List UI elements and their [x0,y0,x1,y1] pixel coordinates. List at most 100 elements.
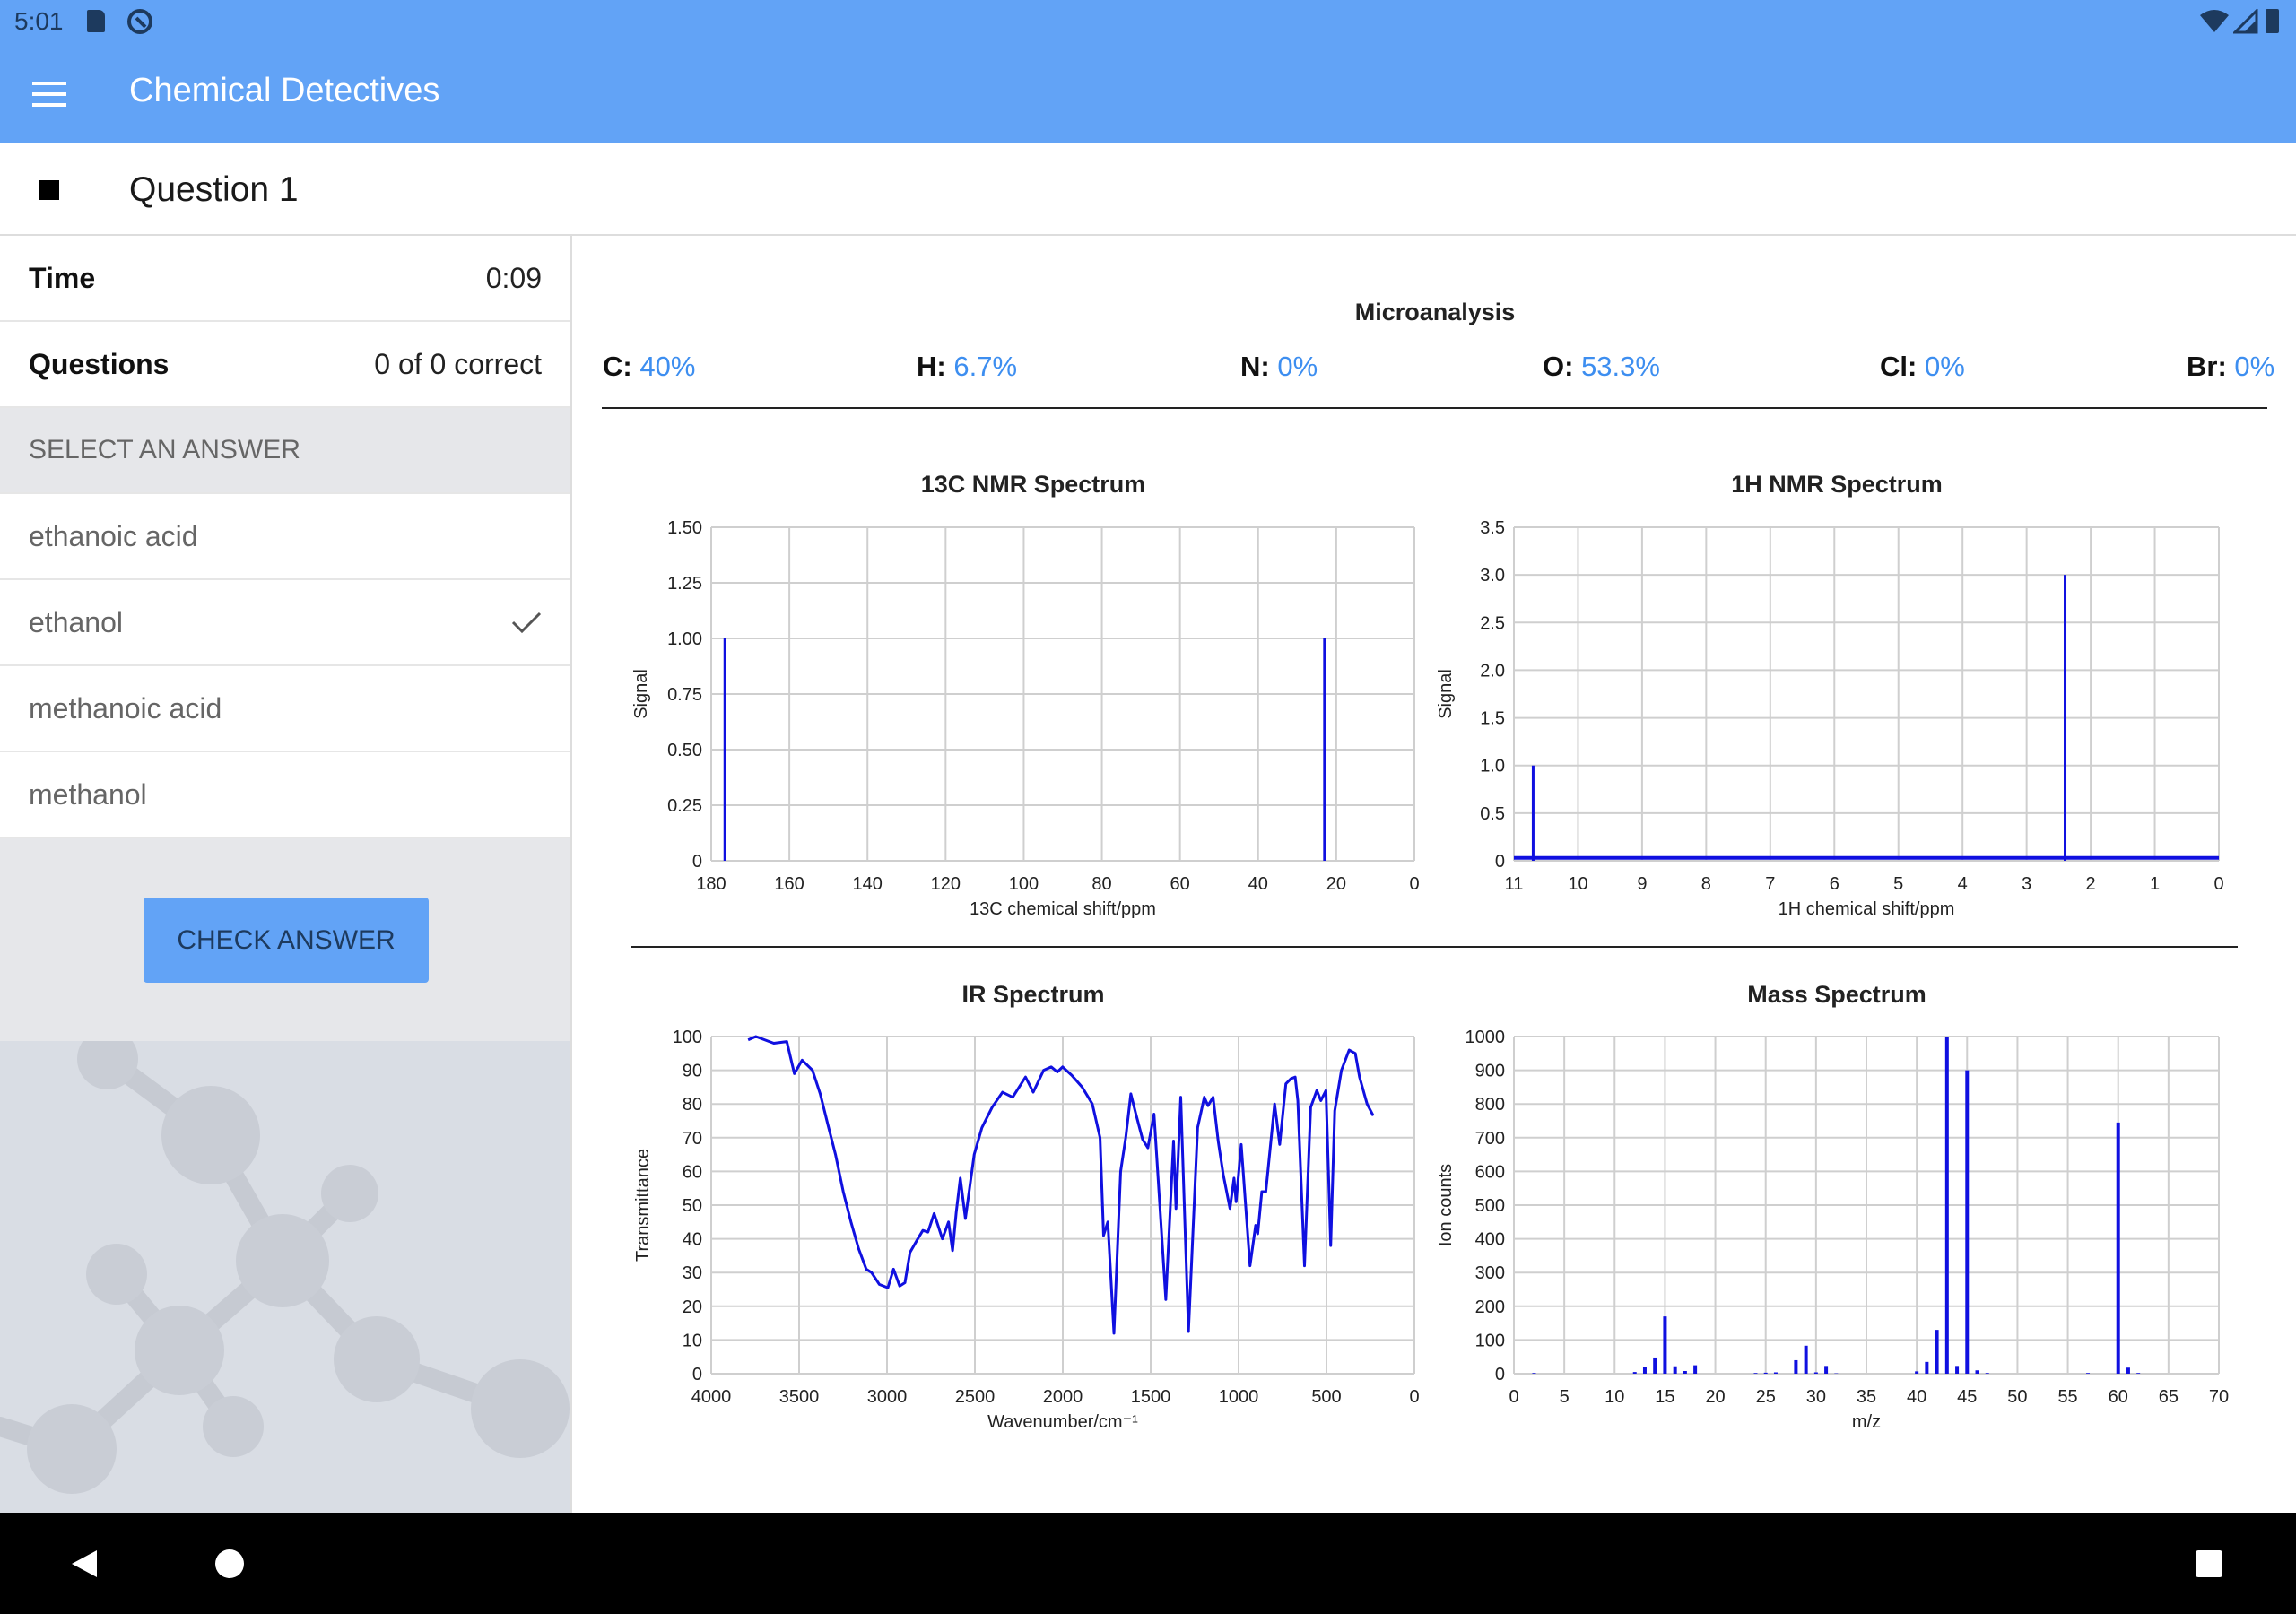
button-area: CHECK ANSWER [0,838,570,1041]
x-tick-label: 35 [1857,1387,1876,1407]
y-tick-label: 0.5 [1480,804,1505,824]
ir-plot: 4000 3500 3000 2500 2000 1500 1000 500 0 0 10 20 30 4… [633,1028,1420,1432]
time-row: Time 0:09 [0,236,570,322]
y-tick-label: 900 [1475,1062,1505,1081]
x-tick-label: 55 [2057,1387,2077,1407]
answer-option-label: ethanol [29,605,123,638]
answer-option-label: methanol [29,777,147,811]
x-tick-label: 2000 [1043,1387,1083,1407]
y-tick-label: 1.5 [1480,709,1505,729]
answer-option[interactable]: methanoic acid [0,666,570,752]
x-tick-label: 65 [2159,1387,2179,1407]
select-answer-header: SELECT AN ANSWER [0,408,570,494]
app-title: Chemical Detectives [129,72,440,109]
select-answer-label: SELECT AN ANSWER [29,435,300,464]
x-tick-label: 80 [1091,874,1111,894]
x-tick-label: 1500 [1131,1387,1171,1407]
ms-x-axis-label: m/z [1852,1412,1881,1432]
questions-value: 0 of 0 correct [374,347,542,380]
app-bar: Chemical Detectives [0,45,2296,143]
y-tick-label: 0.75 [667,685,702,705]
check-answer-button[interactable]: CHECK ANSWER [144,898,429,983]
x-tick-label: 7 [1765,874,1775,894]
ir-x-axis-label: Wavenumber/cm⁻¹ [987,1412,1138,1432]
x-tick-label: 60 [1170,874,1190,894]
y-tick-label: 100 [1475,1331,1505,1350]
x-tick-label: 140 [853,874,883,894]
answer-option-label: methanoic acid [29,691,222,725]
recents-icon[interactable] [2196,1550,2222,1577]
x-tick-label: 20 [1705,1387,1725,1407]
y-tick-label: 1.00 [667,629,702,649]
y-tick-label: 30 [683,1263,702,1283]
y-tick-label: 100 [673,1028,702,1047]
y-tick-label: 60 [683,1162,702,1182]
y-tick-label: 1.0 [1480,757,1505,777]
x-tick-label: 180 [696,874,726,894]
x-tick-label: 4 [1958,874,1968,894]
hamburger-menu-icon[interactable] [32,82,68,108]
y-tick-label: 0 [1495,852,1505,872]
home-icon[interactable] [215,1549,244,1578]
c13-y-axis-label: Signal [631,669,651,719]
x-tick-label: 20 [1326,874,1346,894]
c13-nmr-chart: 180 160 140 120 100 80 60 40 20 000.250.500.751.0… [631,518,2229,1432]
answer-option[interactable]: ethanol [0,580,570,666]
y-tick-label: 50 [683,1196,702,1216]
y-tick-label: 70 [683,1129,702,1149]
y-tick-label: 2.0 [1480,661,1505,681]
sd-card-icon [87,10,105,32]
ir-trace [747,1035,1375,1335]
x-tick-label: 10 [1568,874,1587,894]
x-tick-label: 9 [1637,874,1647,894]
status-bar: 5:01 [0,0,2296,45]
h1-y-axis-label: Signal [1436,669,1456,719]
y-tick-label: 200 [1475,1297,1505,1317]
x-tick-label: 1000 [1219,1387,1259,1407]
x-tick-label: 70 [2209,1387,2229,1407]
time-label: Time [29,261,96,294]
data-panel: Microanalysis C: 40% H: 6.7% N: 0% O: 53… [574,236,2296,1513]
time-value: 0:09 [485,261,542,294]
x-tick-label: 3500 [779,1387,820,1407]
x-tick-label: 0 [1409,1387,1419,1407]
answer-sidebar: Time 0:09 Questions 0 of 0 correct SELEC… [0,236,572,1513]
y-tick-label: 300 [1475,1263,1505,1283]
x-tick-label: 120 [931,874,961,894]
x-tick-label: 10 [1605,1387,1624,1407]
answer-option[interactable]: ethanoic acid [0,494,570,580]
x-tick-label: 3 [2022,874,2031,894]
x-tick-label: 40 [1907,1387,1926,1407]
y-tick-label: 0 [692,1365,702,1384]
ir-y-axis-label: Transmittance [633,1149,653,1262]
x-tick-label: 11 [1505,874,1524,894]
x-tick-label: 5 [1560,1387,1570,1407]
stop-square-icon[interactable] [39,180,59,200]
answer-option[interactable]: methanol [0,752,570,838]
battery-icon [2266,9,2279,33]
ms-plot: 0 5 10 15 20 25 30 35 40 45 50 55 60 65 70010020030040… [1436,1028,2229,1432]
x-tick-label: 0 [1409,874,1419,894]
h1-x-axis-label: 1H chemical shift/ppm [1779,899,1955,919]
molecule-background-image [0,1041,570,1513]
y-tick-label: 1000 [1465,1028,1506,1047]
y-tick-label: 600 [1475,1162,1505,1182]
y-tick-label: 400 [1475,1230,1505,1250]
c13-x-axis-label: 13C chemical shift/ppm [970,899,1156,919]
y-tick-label: 800 [1475,1095,1505,1115]
x-tick-label: 4000 [691,1387,732,1407]
x-tick-label: 25 [1756,1387,1776,1407]
y-tick-label: 3.5 [1480,518,1505,538]
y-tick-label: 0.25 [667,796,702,816]
x-tick-label: 500 [1311,1387,1341,1407]
y-tick-label: 10 [683,1331,702,1350]
ms-y-axis-label: Ion counts [1436,1164,1456,1246]
y-tick-label: 0 [692,852,702,872]
x-tick-label: 0 [2213,874,2223,894]
y-tick-label: 0 [1495,1365,1505,1384]
back-icon[interactable] [70,1549,99,1579]
x-tick-label: 15 [1655,1387,1674,1407]
h1-plot: 11 10 9 8 7 6 5 4 3 2 1 000.51.01.52.02.53.03.51H c… [1436,518,2224,919]
x-tick-label: 160 [774,874,804,894]
questions-label: Questions [29,347,170,380]
